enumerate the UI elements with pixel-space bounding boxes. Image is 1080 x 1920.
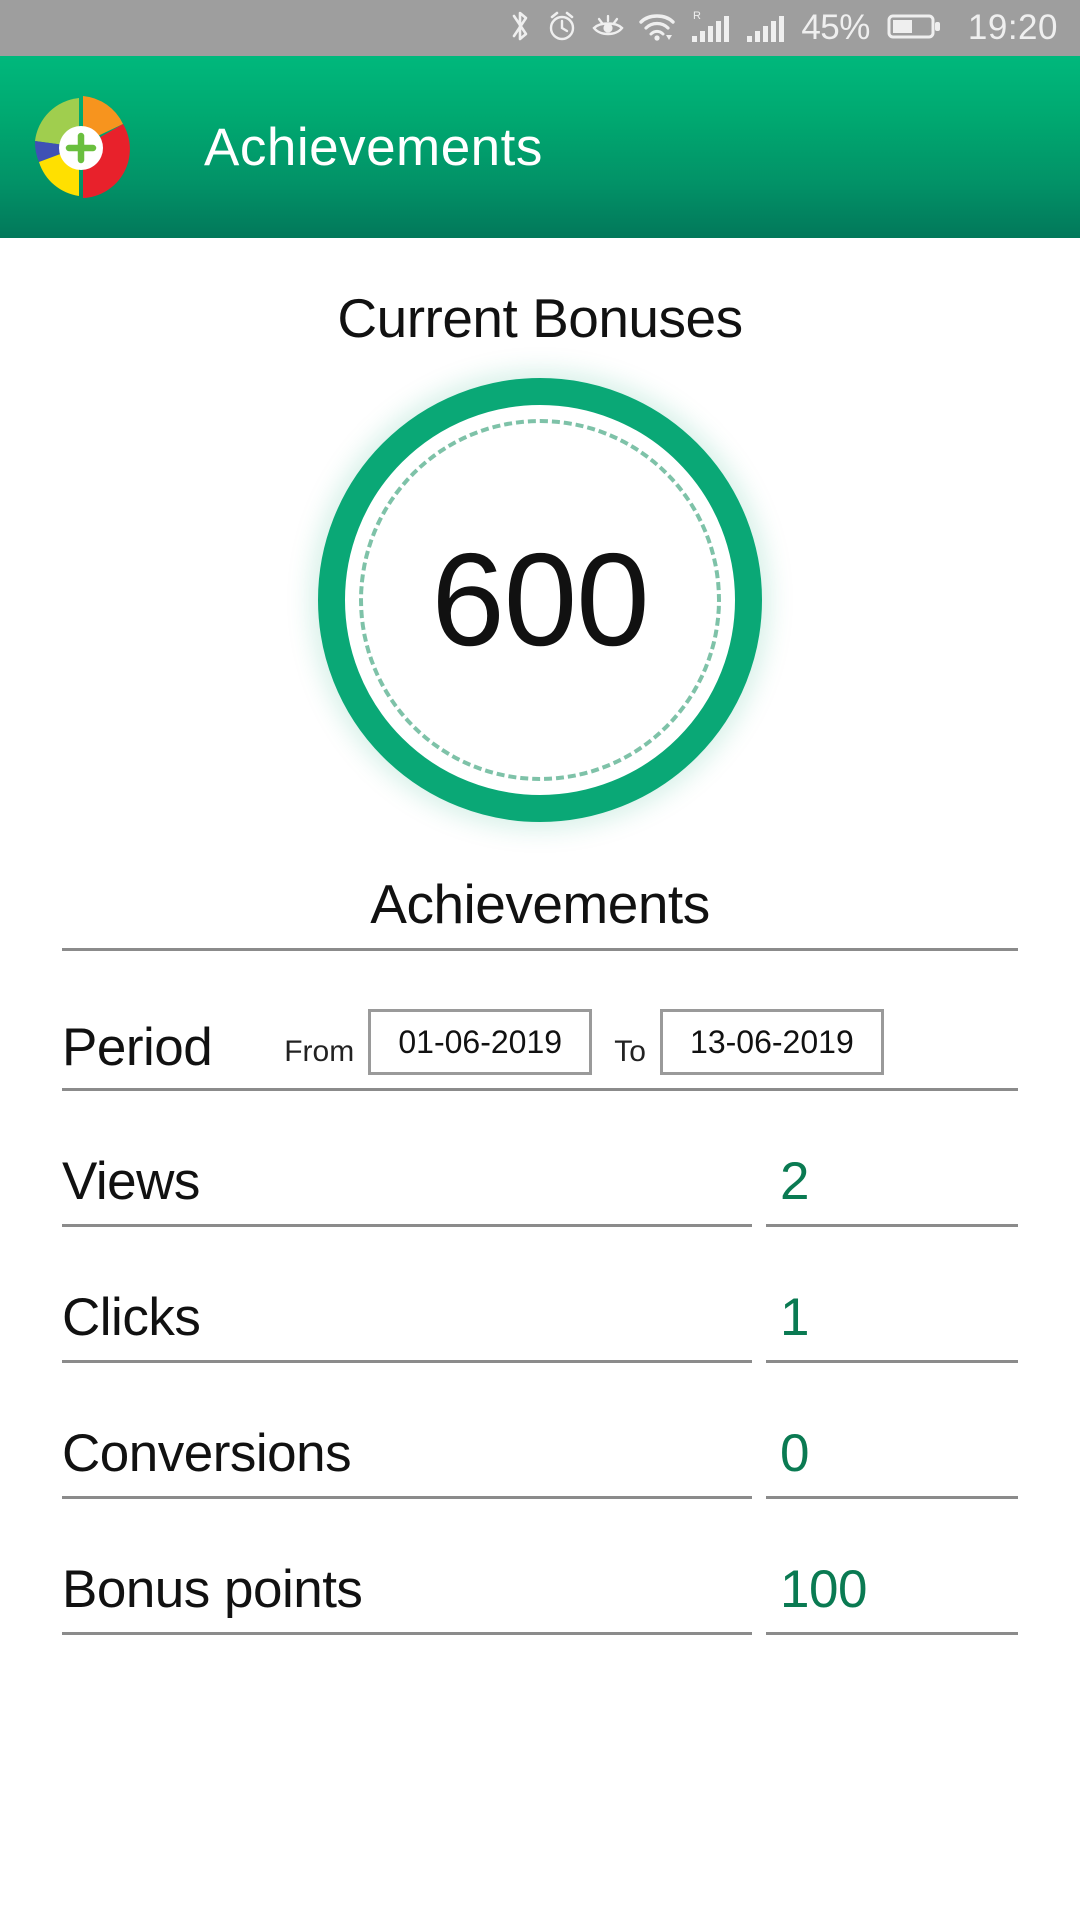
stat-label: Clicks — [62, 1288, 201, 1347]
table-row: Views 2 — [62, 1091, 1018, 1227]
table-row: Bonus points 100 — [62, 1499, 1018, 1635]
stat-value-cell: 1 — [766, 1227, 1018, 1363]
stat-value: 100 — [780, 1560, 867, 1619]
period-to-label: To — [614, 1035, 646, 1068]
period-from-label: From — [284, 1035, 355, 1068]
period-label: Period — [62, 1018, 213, 1077]
app-bar-title: Achievements — [204, 117, 543, 177]
achievements-section-title: Achievements — [370, 873, 710, 935]
bonus-gauge-wrapper: 600 — [0, 378, 1080, 822]
stat-label: Views — [62, 1152, 200, 1211]
period-from-input[interactable]: 01-06-2019 — [368, 1009, 593, 1075]
stat-value-cell: 2 — [766, 1091, 1018, 1227]
table-row: Clicks 1 — [62, 1227, 1018, 1363]
pie-chart-plus-logo[interactable] — [22, 88, 140, 206]
stat-value: 1 — [780, 1288, 809, 1347]
signal-roaming-icon: R — [689, 8, 731, 49]
stat-value: 0 — [780, 1424, 809, 1483]
current-bonuses-title: Current Bonuses — [337, 287, 743, 349]
achievements-table: Period From 01-06-2019 To 13-06-2019 Vie… — [0, 951, 1080, 1635]
svg-text:R: R — [693, 10, 701, 22]
stat-label: Bonus points — [62, 1560, 363, 1619]
bonus-gauge: 600 — [318, 378, 762, 822]
battery-icon — [887, 9, 943, 48]
stat-label-cell: Clicks — [62, 1227, 752, 1363]
gauge-value: 600 — [431, 526, 649, 673]
battery-percent-label: 45% — [801, 8, 870, 47]
status-bar: R 45% 19:20 — [0, 0, 1080, 56]
period-row: Period From 01-06-2019 To 13-06-2019 — [62, 951, 1018, 1091]
stat-value-cell: 100 — [766, 1499, 1018, 1635]
stat-label-cell: Conversions — [62, 1363, 752, 1499]
eye-comfort-icon — [591, 9, 625, 48]
main-content: Current Bonuses 600 Achievements Period … — [0, 238, 1080, 1920]
table-row: Conversions 0 — [62, 1363, 1018, 1499]
stat-label-cell: Views — [62, 1091, 752, 1227]
stat-label: Conversions — [62, 1424, 352, 1483]
app-bar: Achievements — [0, 56, 1080, 238]
period-to-input[interactable]: 13-06-2019 — [659, 1009, 884, 1075]
status-bar-icons: R 45% 19:20 — [507, 8, 1058, 49]
alarm-icon — [546, 9, 578, 48]
status-bar-clock: 19:20 — [967, 8, 1058, 47]
signal-icon — [744, 8, 786, 49]
stat-label-cell: Bonus points — [62, 1499, 752, 1635]
stat-value: 2 — [780, 1152, 809, 1211]
wifi-icon — [638, 9, 676, 48]
bluetooth-icon — [507, 9, 533, 48]
stat-value-cell: 0 — [766, 1363, 1018, 1499]
